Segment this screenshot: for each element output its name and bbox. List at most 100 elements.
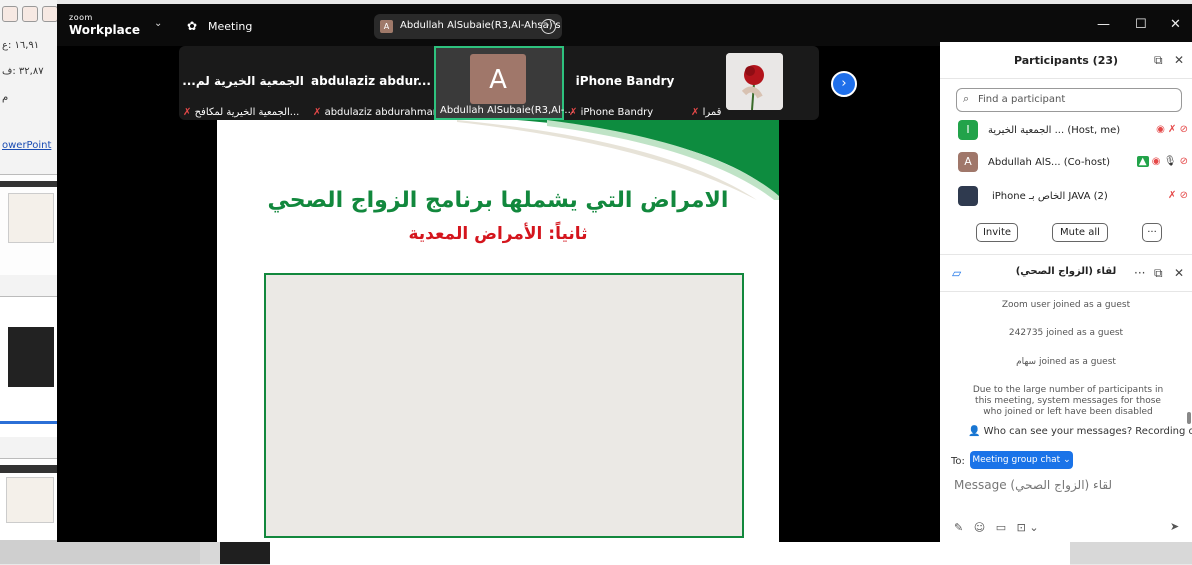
video-tile[interactable]: abdulaziz abdur... ✗ abdulaziz abdurahma… <box>309 46 439 120</box>
mic-off-icon: ✗ <box>691 107 700 118</box>
video-off-icon[interactable]: ⊘ <box>1180 124 1188 135</box>
participant-role: (Host, me) <box>1067 125 1121 136</box>
participant-row[interactable]: iPhone الخاص بـ JAVA (2) ✗ ⊘ <box>940 182 1192 212</box>
more-options-button[interactable]: ··· <box>1142 223 1162 242</box>
paw-icon[interactable]: ✿ <box>187 19 197 33</box>
next-page-button[interactable]: › <box>831 71 857 97</box>
more-icon[interactable]: ··· <box>541 19 556 34</box>
share-icon: ▲ <box>1136 156 1149 167</box>
people-icon: 👤 <box>968 426 981 437</box>
system-notice: Due to the large number of participants … <box>972 385 1164 417</box>
mic-off-icon: ✗ <box>183 107 192 118</box>
avatar: I <box>958 120 978 140</box>
search-input[interactable]: Find a participant <box>978 94 1065 105</box>
background-taskbar <box>0 540 1192 565</box>
system-message: 242735 joined as a guest <box>1008 328 1124 338</box>
emoji-icon[interactable]: ☺ <box>974 521 985 534</box>
mute-all-button[interactable]: Mute all <box>1052 223 1108 242</box>
search-icon: ⌕ <box>963 92 970 105</box>
background-document-window: ١٦,٩١ :ع ٣٢,٨٧ :ف م owerPoint <box>0 0 57 564</box>
video-tile[interactable]: iPhone Bandry ✗ iPhone Bandry <box>565 46 685 120</box>
side-panel: Participants (23) ⧉ ✕ ⌕ Find a participa… <box>940 42 1192 542</box>
avatar <box>958 186 978 206</box>
avatar: A <box>470 54 526 104</box>
tile-footer: Abdullah AlSubaie(R3,Al-... <box>440 105 574 116</box>
video-off-icon[interactable]: ⊘ <box>1180 156 1188 167</box>
bg-text-line: م <box>2 92 9 103</box>
video-tile-active[interactable]: A Abdullah AlSubaie(R3,Al-... <box>434 46 574 120</box>
recipient-dropdown[interactable]: Meeting group chat ⌄ <box>970 451 1073 469</box>
participant-row[interactable]: I الجمعية الخيرية ... (Host, me) ◉ ✗ ⊘ <box>940 116 1192 146</box>
participant-row[interactable]: A Abdullah AlS... (Co-host) ▲ ◉ 🎙 ⊘ <box>940 148 1192 178</box>
video-strip: الجمعية الخيرية لم... ✗ الجمعية الخيرية … <box>179 46 819 120</box>
bg-text-line: ١٦,٩١ :ع <box>2 40 40 51</box>
bg-thumbnail <box>0 458 57 541</box>
system-message: Zoom user joined as a guest <box>1001 300 1131 310</box>
who-can-see-link[interactable]: Who can see your messages? Recording on <box>984 426 1192 437</box>
participant-name: Abdullah AlS... <box>988 157 1061 168</box>
mic-off-icon[interactable]: ✗ <box>1168 124 1176 135</box>
tile-footer: الجمعية الخيرية لمكافح... <box>194 107 300 118</box>
slide-content-box <box>264 273 744 538</box>
avatar: A <box>380 20 393 33</box>
chat-icon[interactable] <box>22 6 38 22</box>
mic-icon[interactable]: 🎙 <box>1164 156 1177 167</box>
popout-icon[interactable]: ⧉ <box>1154 266 1163 281</box>
tile-name: abdulaziz abdur... <box>311 74 431 88</box>
tile-name: الجمعية الخيرية لم... <box>182 74 304 88</box>
slide-title: الامراض التي يشملها برنامج الزواج الصحي <box>267 188 729 213</box>
invite-button[interactable]: Invite <box>976 223 1018 242</box>
message-input[interactable]: Message لقاء (الزواج الصحي) <box>954 478 1112 492</box>
minimize-icon[interactable]: — <box>1097 17 1110 32</box>
participant-name: الجمعية الخيرية ... <box>988 125 1065 136</box>
tile-footer: abdulaziz abdurahman <box>324 107 440 118</box>
video-tile[interactable]: الجمعية الخيرية لم... ✗ الجمعية الخيرية … <box>179 46 307 120</box>
format-icon[interactable]: ✎ <box>954 521 963 534</box>
recipient-label: Meeting group chat <box>972 455 1061 465</box>
chat-scrollbar[interactable] <box>1187 412 1191 424</box>
bg-thumbnail <box>0 296 57 437</box>
rose-photo <box>726 53 783 110</box>
title-bar: zoom Workplace ⌄ ✿ Meeting A Abdullah Al… <box>57 4 1192 46</box>
meeting-label[interactable]: Meeting <box>208 20 252 33</box>
recording-icon: ◉ <box>1156 124 1165 135</box>
zoom-window: zoom Workplace ⌄ ✿ Meeting A Abdullah Al… <box>57 4 1192 542</box>
chevron-down-icon[interactable]: ⌄ <box>1029 521 1038 534</box>
video-off-icon[interactable]: ⊘ <box>1180 190 1188 201</box>
file-icon[interactable]: ▭ <box>996 521 1006 534</box>
avatar: A <box>958 152 978 172</box>
close-icon[interactable]: ✕ <box>1170 17 1181 32</box>
slide-subtitle: ثانياً: الأمراض المعدية <box>408 224 588 244</box>
active-speaker-name: Abdullah AlSubaie(R3,Al-Ahsa)'s <box>400 20 561 31</box>
active-speaker-pill[interactable]: A Abdullah AlSubaie(R3,Al-Ahsa)'s ··· <box>374 14 562 39</box>
recording-icon: ◉ <box>1151 156 1161 167</box>
maximize-icon[interactable]: ☐ <box>1135 17 1147 32</box>
close-icon[interactable]: ✕ <box>1174 53 1184 67</box>
mic-off-icon: ✗ <box>569 107 578 118</box>
bg-link[interactable]: owerPoint <box>2 140 51 151</box>
brand-bottom: Workplace <box>69 23 141 37</box>
chevron-down-icon[interactable]: ⌄ <box>154 18 162 29</box>
edit-icon[interactable] <box>42 6 57 22</box>
more-icon[interactable]: ··· <box>1134 266 1145 280</box>
popout-icon[interactable]: ⧉ <box>1154 53 1163 68</box>
presentation-slide: الامراض التي يشملها برنامج الزواج الصحي … <box>217 120 779 542</box>
send-icon[interactable]: ➤ <box>1170 520 1179 533</box>
tile-footer: iPhone Bandry <box>580 107 654 118</box>
doc-icon[interactable] <box>2 6 18 22</box>
chat-header: ▱ لقاء (الزواج الصحي) ··· ⧉ ✕ <box>940 254 1192 292</box>
participants-header: Participants (23) ⧉ ✕ <box>940 42 1192 79</box>
bg-thumbnail <box>0 174 57 275</box>
bg-text-line: ٣٢,٨٧ :ف <box>2 66 44 77</box>
tile-name: iPhone Bandry <box>575 74 675 88</box>
screenshot-icon[interactable]: ⊡ <box>1017 521 1026 534</box>
brand-top: zoom <box>69 13 93 22</box>
participant-name: iPhone الخاص بـ JAVA (2) <box>992 191 1108 202</box>
mic-off-icon: ✗ <box>313 107 322 118</box>
close-icon[interactable]: ✕ <box>1174 266 1184 280</box>
mic-off-icon[interactable]: ✗ <box>1168 190 1176 201</box>
to-label: To: <box>951 456 965 467</box>
chevron-down-icon: ⌄ <box>1063 455 1071 465</box>
participant-search[interactable]: ⌕ Find a participant <box>956 88 1182 112</box>
tile-footer: قمرا <box>702 107 722 118</box>
